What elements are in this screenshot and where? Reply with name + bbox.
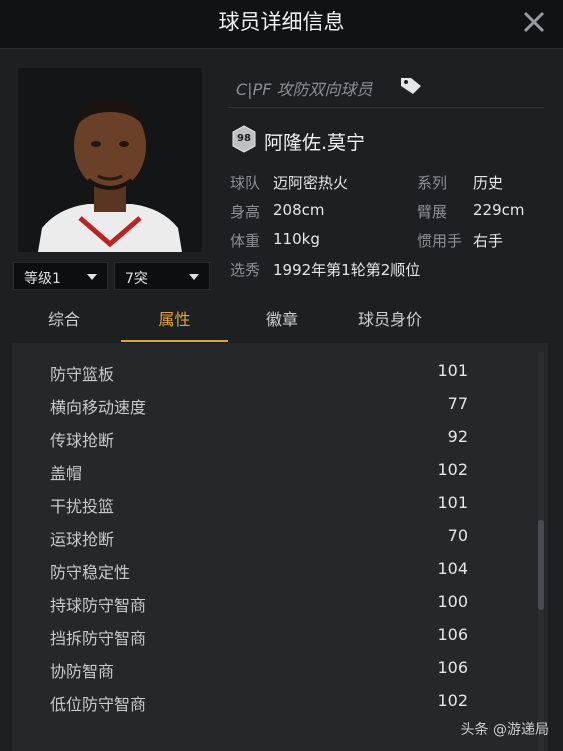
weight-value: 110kg	[273, 230, 320, 248]
tab-active-indicator	[121, 340, 228, 342]
attribute-value: 104	[437, 559, 468, 578]
list-item: 挡拆防守智商 106	[12, 619, 532, 652]
attribute-name: 挡拆防守智商	[50, 629, 147, 648]
player-portrait-image	[18, 68, 202, 252]
attribute-value: 106	[437, 658, 468, 677]
watermark: 头条 @游递局	[460, 722, 549, 738]
list-item: 低位防守智商 102	[12, 685, 532, 718]
attribute-value: 101	[437, 361, 468, 380]
attribute-name: 协防智商	[50, 662, 115, 681]
title-bar: 球员详细信息	[0, 0, 563, 49]
wingspan-label: 臂展	[417, 203, 448, 221]
hand-label: 惯用手	[417, 232, 463, 250]
attribute-name: 横向移动速度	[50, 398, 147, 417]
attribute-name: 防守稳定性	[50, 563, 131, 582]
tag-icon[interactable]	[400, 77, 422, 95]
attribute-value: 92	[447, 427, 468, 446]
team-label: 球队	[230, 174, 261, 192]
tab-badges[interactable]: 徽章	[232, 300, 332, 340]
level-select[interactable]: 等级1	[13, 262, 108, 290]
rating-value: 98	[237, 133, 251, 144]
hand-value: 右手	[473, 232, 504, 250]
attribute-value: 106	[437, 625, 468, 644]
star-select[interactable]: 7突	[114, 262, 210, 290]
list-item: 协防智商 106	[12, 652, 532, 685]
star-select-label: 7突	[125, 271, 148, 287]
list-item: 干扰投篮 101	[12, 487, 532, 520]
attribute-name: 持球防守智商	[50, 596, 147, 615]
scrollbar-thumb[interactable]	[538, 520, 544, 610]
attribute-value: 102	[437, 691, 468, 710]
level-select-label: 等级1	[24, 271, 61, 287]
attribute-name: 盖帽	[50, 464, 83, 483]
attribute-list[interactable]: 防守篮板 101 横向移动速度 77 传球抢断 92 盖帽 102 干扰投篮 101 运球…	[12, 343, 548, 751]
team-value: 迈阿密热火	[273, 174, 349, 192]
list-item: 持球防守智商 100	[12, 586, 532, 619]
attribute-value: 77	[447, 394, 468, 413]
draft-label: 选秀	[230, 261, 261, 279]
attribute-value: 102	[437, 460, 468, 479]
wingspan-value: 229cm	[473, 201, 525, 219]
height-label: 身高	[230, 203, 261, 221]
series-label: 系列	[417, 174, 448, 192]
tab-value[interactable]: 球员身价	[340, 300, 440, 340]
list-item: 防守稳定性 104	[12, 553, 532, 586]
attribute-name: 干扰投篮	[50, 497, 115, 516]
tab-overview[interactable]: 综合	[14, 300, 114, 340]
tab-attributes[interactable]: 属性	[121, 300, 228, 340]
tab-bar: 综合 属性 徽章 球员身价	[0, 300, 563, 342]
attribute-value: 70	[447, 526, 468, 545]
page-title: 球员详细信息	[218, 10, 345, 34]
weight-label: 体重	[230, 232, 261, 250]
close-icon[interactable]	[521, 9, 547, 35]
height-value: 208cm	[273, 201, 325, 219]
list-item: 盖帽 102	[12, 454, 532, 487]
attribute-value: 100	[437, 592, 468, 611]
attribute-name: 防守篮板	[50, 365, 115, 384]
player-name: 阿隆佐.莫宁	[264, 132, 366, 154]
player-portrait	[18, 68, 202, 252]
chevron-down-icon	[189, 274, 199, 280]
attribute-name: 低位防守智商	[50, 695, 147, 714]
series-value: 历史	[473, 174, 504, 192]
list-item: 横向移动速度 77	[12, 388, 532, 421]
list-item: 防守篮板 101	[12, 355, 532, 388]
chevron-down-icon	[87, 274, 97, 280]
attribute-name: 传球抢断	[50, 431, 115, 450]
draft-value: 1992年第1轮第2顺位	[273, 261, 421, 279]
list-item: 传球抢断 92	[12, 421, 532, 454]
list-item: 运球抢断 70	[12, 520, 532, 553]
attribute-name: 运球抢断	[50, 530, 115, 549]
divider	[228, 107, 544, 108]
attribute-value: 101	[437, 493, 468, 512]
player-role: C|PF 攻防双向球员	[236, 80, 373, 99]
